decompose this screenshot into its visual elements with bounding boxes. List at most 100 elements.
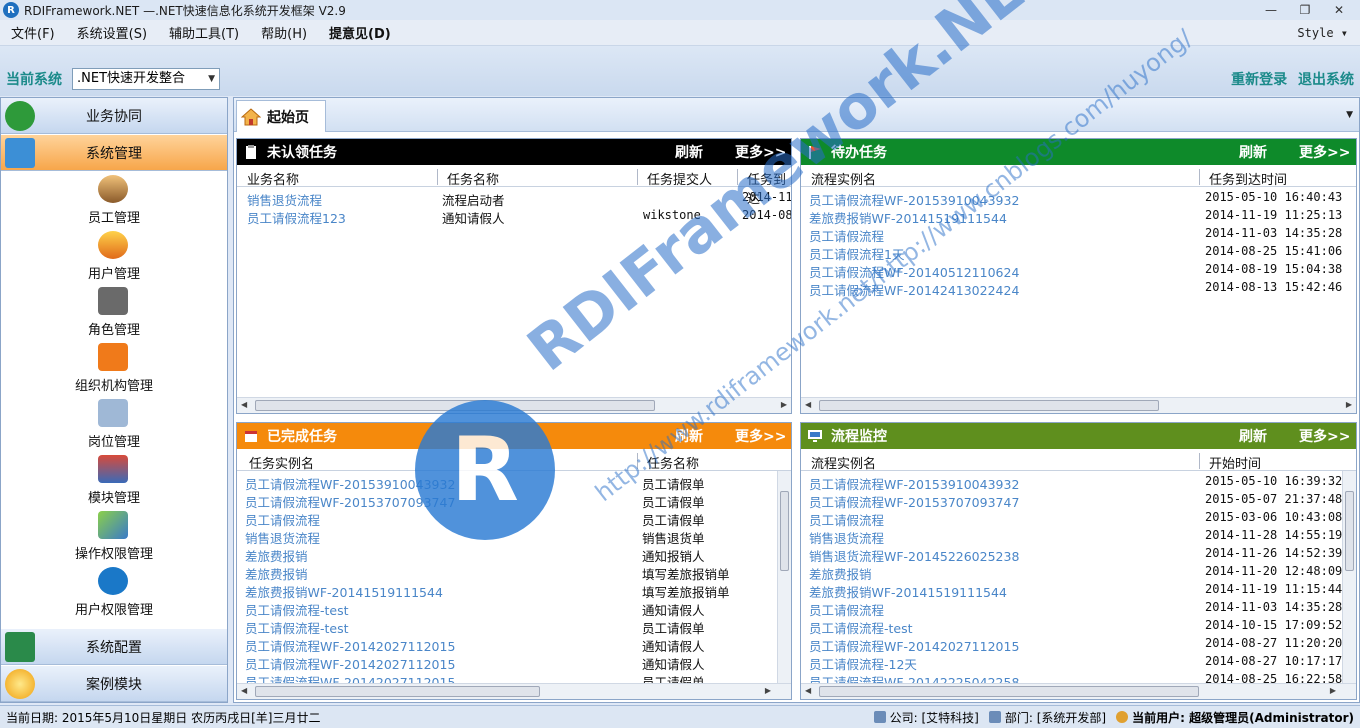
table-row[interactable]: 员工请假流程 2014-11-03 14:35:28 bbox=[801, 599, 1356, 618]
table-cell[interactable]: 员工请假流程WF-20142027112015 bbox=[245, 672, 455, 683]
table-row[interactable]: 员工请假流程WF-20142027112015 2014-08-27 11:20:… bbox=[801, 635, 1356, 654]
table-cell: 员工请假单 bbox=[642, 675, 705, 683]
building-icon bbox=[873, 711, 886, 723]
module-employee[interactable]: 员工管理 bbox=[1, 173, 227, 229]
column-task-name[interactable]: 任务名称 bbox=[447, 169, 499, 188]
tab-start-page[interactable]: 起始页 bbox=[236, 100, 326, 132]
module-role[interactable]: 角色管理 bbox=[1, 285, 227, 341]
module-label: 操作权限管理 bbox=[74, 547, 153, 562]
column-instance-name[interactable]: 流程实例名 bbox=[811, 453, 876, 472]
horizontal-scrollbar[interactable]: ◀ ▶ bbox=[237, 683, 791, 699]
menu-file[interactable]: 文件(F) bbox=[0, 23, 66, 42]
table-cell[interactable]: 员工请假流程WF-20142225042258 bbox=[809, 672, 1019, 683]
style-menu[interactable]: Style ▾ bbox=[1297, 26, 1348, 40]
table-cell: 2015-05-10 16:40:43 bbox=[1205, 190, 1343, 204]
refresh-button[interactable]: 刷新 bbox=[1239, 142, 1267, 162]
scroll-left-icon[interactable]: ◀ bbox=[805, 686, 811, 695]
module-position[interactable]: 岗位管理 bbox=[1, 397, 227, 453]
refresh-button[interactable]: 刷新 bbox=[675, 142, 703, 162]
close-button[interactable]: ✕ bbox=[1322, 0, 1356, 20]
window-title: RDIFramework.NET —.NET快速信息化系统开发框架 V2.9 bbox=[24, 3, 346, 18]
relogin-link[interactable]: 重新登录 bbox=[1231, 72, 1287, 88]
table-row[interactable]: 员工请假流程WF-20153910043932 2015-05-10 16:39:… bbox=[801, 473, 1356, 492]
column-instance-name[interactable]: 任务实例名 bbox=[249, 453, 314, 472]
maximize-button[interactable]: ❐ bbox=[1288, 0, 1322, 20]
sidebar-group-case-module[interactable]: 案例模块 bbox=[1, 666, 227, 702]
table-row[interactable]: 员工请假流程WF-20142027112015 员工请假单 bbox=[237, 671, 791, 683]
tab-list-dropdown-icon[interactable]: ▼ bbox=[1346, 110, 1353, 120]
sidebar-group-system-management[interactable]: 系统管理 bbox=[1, 135, 227, 171]
module-organization[interactable]: 组织机构管理 bbox=[1, 341, 227, 397]
minimize-button[interactable]: — bbox=[1254, 0, 1288, 20]
logout-link[interactable]: 退出系统 bbox=[1298, 72, 1354, 88]
status-user: 当前用户: 超级管理员(Administrator) bbox=[1116, 709, 1354, 726]
column-start-time[interactable]: 开始时间 bbox=[1209, 453, 1261, 472]
module-module[interactable]: 模块管理 bbox=[1, 453, 227, 509]
scroll-right-icon[interactable]: ▶ bbox=[765, 686, 771, 695]
table-row[interactable]: 员工请假流程WF-20142027112015 通知请假人 bbox=[237, 635, 791, 654]
table-row[interactable]: 员工请假流程 2014-11-03 14:35:28 bbox=[801, 225, 1356, 244]
table-row[interactable]: 员工请假流程-test 员工请假单 bbox=[237, 617, 791, 636]
sidebar-group-business[interactable]: 业务协同 bbox=[1, 98, 227, 134]
scroll-left-icon[interactable]: ◀ bbox=[241, 400, 247, 409]
store-icon bbox=[98, 455, 128, 483]
column-business-name[interactable]: 业务名称 bbox=[247, 169, 299, 188]
menu-tools[interactable]: 辅助工具(T) bbox=[158, 23, 250, 42]
table-cell[interactable]: 员工请假流程123 bbox=[247, 208, 346, 227]
chevron-down-icon: ▼ bbox=[208, 74, 215, 84]
more-link[interactable]: 更多>> bbox=[1299, 142, 1350, 162]
table-row[interactable]: 员工请假流程-12天 2014-08-27 10:17:17 bbox=[801, 653, 1356, 672]
vertical-scrollbar[interactable] bbox=[1342, 471, 1356, 685]
module-label: 员工管理 bbox=[87, 211, 140, 226]
menu-feedback[interactable]: 提意见(D) bbox=[318, 23, 402, 42]
table-row[interactable]: 员工请假流程-test 通知请假人 bbox=[237, 599, 791, 618]
module-user-permission[interactable]: 用户权限管理 bbox=[1, 565, 227, 621]
scroll-right-icon[interactable]: ▶ bbox=[781, 400, 787, 409]
scroll-thumb[interactable] bbox=[1345, 491, 1354, 571]
sidebar: 业务协同 系统管理 员工管理 用户管理 角色管理 组织机构管理 岗位管理 模块管… bbox=[0, 97, 228, 703]
status-dept: 部门: [系统开发部] bbox=[988, 709, 1106, 726]
menu-help[interactable]: 帮助(H) bbox=[250, 23, 318, 42]
system-select[interactable]: .NET快速开发整合 ▼ bbox=[72, 68, 220, 90]
table-row[interactable]: 销售退货流程WF-20145226025238 2014-11-26 14:52:… bbox=[801, 545, 1356, 564]
table-row[interactable]: 员工请假流程WF-20142027112015 通知请假人 bbox=[237, 653, 791, 672]
table-row[interactable]: 员工请假流程 2015-03-06 10:43:08 bbox=[801, 509, 1356, 528]
table-row[interactable]: 差旅费报销WF-20141519111544 2014-11-19 11:15:4… bbox=[801, 581, 1356, 600]
table-row[interactable]: 销售退货流程 2014-11-28 14:55:19 bbox=[801, 527, 1356, 546]
table-row[interactable]: 员工请假流程WF-20142225042258 2014-08-25 16:22:… bbox=[801, 671, 1356, 683]
table-row[interactable]: 差旅费报销 填写差旅报销单 bbox=[237, 563, 791, 582]
table-cell: 2015-03-06 10:43:08 bbox=[1205, 510, 1343, 524]
scroll-thumb[interactable] bbox=[819, 400, 1159, 411]
module-user[interactable]: 用户管理 bbox=[1, 229, 227, 285]
scroll-right-icon[interactable]: ▶ bbox=[1330, 686, 1336, 695]
module-operation-permission[interactable]: 操作权限管理 bbox=[1, 509, 227, 565]
panel-header: 待办任务 刷新 更多>> bbox=[801, 139, 1356, 165]
scroll-left-icon[interactable]: ◀ bbox=[241, 686, 247, 695]
vertical-scrollbar[interactable] bbox=[777, 471, 791, 685]
table-row[interactable]: 差旅费报销 通知报销人 bbox=[237, 545, 791, 564]
sidebar-group-system-config[interactable]: 系统配置 bbox=[1, 629, 227, 665]
panel-title: 已完成任务 bbox=[267, 429, 337, 445]
more-link[interactable]: 更多>> bbox=[735, 426, 786, 446]
horizontal-scrollbar[interactable]: ◀ ▶ bbox=[801, 397, 1356, 413]
table-cell: 2014-11-19 11:25:13 bbox=[1205, 208, 1343, 222]
horizontal-scrollbar[interactable]: ◀ ▶ bbox=[801, 683, 1356, 699]
column-arrival-time[interactable]: 任务到达时间 bbox=[1209, 169, 1287, 188]
table-row[interactable]: 员工请假流程-test 2014-10-15 17:09:52 bbox=[801, 617, 1356, 636]
status-bar: 当前日期: 2015年5月10日星期日 农历丙戌日[羊]三月廿二 公司: [艾特… bbox=[0, 705, 1360, 728]
watermark-logo: R bbox=[415, 400, 555, 540]
table-row[interactable]: 员工请假流程WF-20153707093747 2015-05-07 21:37:… bbox=[801, 491, 1356, 510]
scroll-thumb[interactable] bbox=[780, 491, 789, 571]
scroll-left-icon[interactable]: ◀ bbox=[805, 400, 811, 409]
scroll-thumb[interactable] bbox=[819, 686, 1199, 697]
scroll-thumb[interactable] bbox=[255, 686, 540, 697]
refresh-button[interactable]: 刷新 bbox=[1239, 426, 1267, 446]
table-row[interactable]: 差旅费报销WF-20141519111544 填写差旅报销单 bbox=[237, 581, 791, 600]
menu-system-settings[interactable]: 系统设置(S) bbox=[66, 23, 158, 42]
more-link[interactable]: 更多>> bbox=[1299, 426, 1350, 446]
status-date: 当前日期: 2015年5月10日星期日 农历丙戌日[羊]三月廿二 bbox=[6, 710, 321, 725]
scroll-right-icon[interactable]: ▶ bbox=[1346, 400, 1352, 409]
table-row[interactable]: 差旅费报销 2014-11-20 12:48:09 bbox=[801, 563, 1356, 582]
table-row[interactable]: 员工请假流程WF-20153910043932 2015-05-10 16:40:… bbox=[801, 189, 1356, 208]
table-row[interactable]: 差旅费报销WF-20141519111544 2014-11-19 11:25:1… bbox=[801, 207, 1356, 226]
